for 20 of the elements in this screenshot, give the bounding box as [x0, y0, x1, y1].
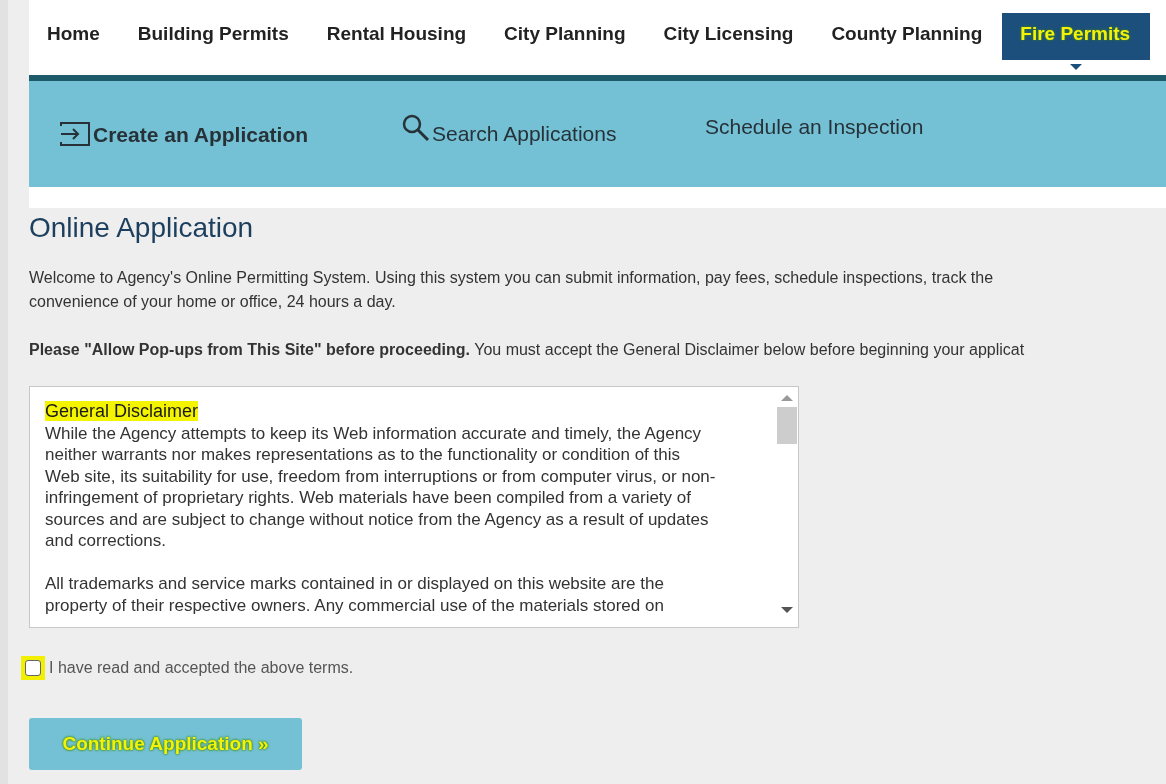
disclaimer-paragraph: While the Agency attempts to keep its Web information accurate and timely, the Agency neither warrants nor makes representations as to the functionality or condition of this Web site, its suitability for use, freedom from interruptions or from computer virus, or non-infringement of proprietary rights. Web materials have been compiled from a variety of sources and are subject to change without notice from the Agency as a result of updates and corrections. [45, 422, 717, 552]
sign-in-icon [59, 121, 91, 147]
intro-text: convenience of your home or office, 24 hours a day. [29, 292, 397, 312]
nav-tab[interactable]: Home [29, 13, 120, 60]
subnav-link[interactable]: Schedule an Inspection [705, 115, 924, 139]
caret-icon [1070, 64, 1083, 70]
disclaimer-paragraph: All trademarks and service marks contained in or displayed on this website are the property of their respective owners. Any commercial use of the materials stored on [45, 573, 665, 616]
page-title: Online Application [29, 212, 255, 244]
nav-tab[interactable]: Rental Housing [308, 13, 487, 60]
subnav-link[interactable]: Create an Application [93, 123, 309, 147]
intro-text: Welcome to Agency's Online Permitting System. Using this system you can submit information, pay fees, schedule inspections, track the [29, 268, 995, 288]
nav-tab[interactable]: City Planning [486, 13, 646, 60]
search-icon [402, 114, 430, 142]
subnav-link[interactable]: Search Applications [432, 122, 617, 146]
accept-label: I have read and accepted the above terms. [49, 659, 354, 677]
disclaimer-title: General Disclaimer [45, 401, 199, 421]
nav-tab[interactable]: Building Permits [119, 13, 309, 60]
nav-tab[interactable]: County Planning [813, 13, 1003, 60]
notice-text: Please "Allow Pop-ups from This Site" before proceeding. You must accept the General Disclaimer below before beginning your applicat [29, 340, 1026, 360]
nav-tab[interactable]: City Licensing [645, 13, 814, 60]
